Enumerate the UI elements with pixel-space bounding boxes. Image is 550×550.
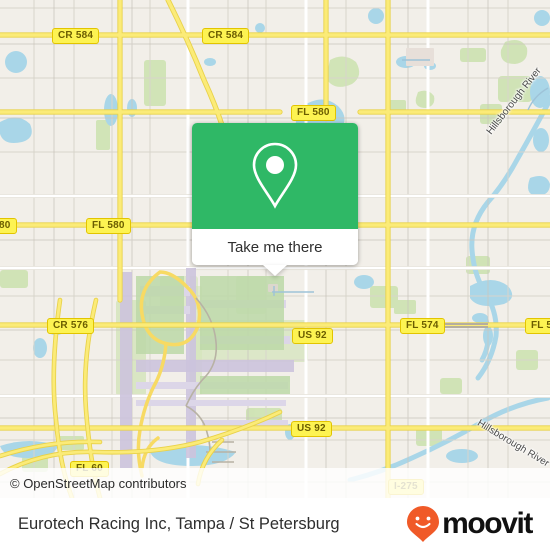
road-shield: CR 584	[202, 28, 250, 44]
road-shield: FL 5	[525, 318, 550, 334]
footer-bar: Eurotech Racing Inc, Tampa / St Petersbu…	[0, 498, 550, 550]
road-shield: FL 580	[86, 218, 131, 234]
road-shield: US 92	[291, 421, 332, 437]
attribution-bar: © OpenStreetMap contributors	[0, 468, 550, 498]
place-title: Eurotech Racing Inc, Tampa / St Petersbu…	[18, 514, 340, 533]
popup-image-area	[192, 123, 358, 229]
destination-popup[interactable]: Take me there	[192, 123, 358, 276]
road-shield: US 92	[292, 328, 333, 344]
popup-tail	[263, 265, 287, 276]
location-pin-icon	[252, 142, 298, 209]
road-shield: FL 574	[400, 318, 445, 334]
road-shield: CR 576	[47, 318, 95, 334]
road-shield: CR 584	[52, 28, 100, 44]
map-screenshot: CR 584 CR 584 FL 580 80 FL 580 CR 576 US 92 FL …	[0, 0, 550, 550]
road-shield: 80	[0, 218, 17, 234]
moovit-smiling-pin-icon	[407, 506, 440, 542]
osm-attribution-text[interactable]: © OpenStreetMap contributors	[0, 476, 187, 491]
road-shield: FL 580	[291, 105, 336, 121]
moovit-wordmark: moovit	[442, 507, 533, 540]
take-me-there-button[interactable]: Take me there	[192, 229, 358, 265]
moovit-logo[interactable]: moovit	[406, 505, 533, 543]
map-canvas[interactable]: CR 584 CR 584 FL 580 80 FL 580 CR 576 US 92 FL …	[0, 0, 550, 498]
